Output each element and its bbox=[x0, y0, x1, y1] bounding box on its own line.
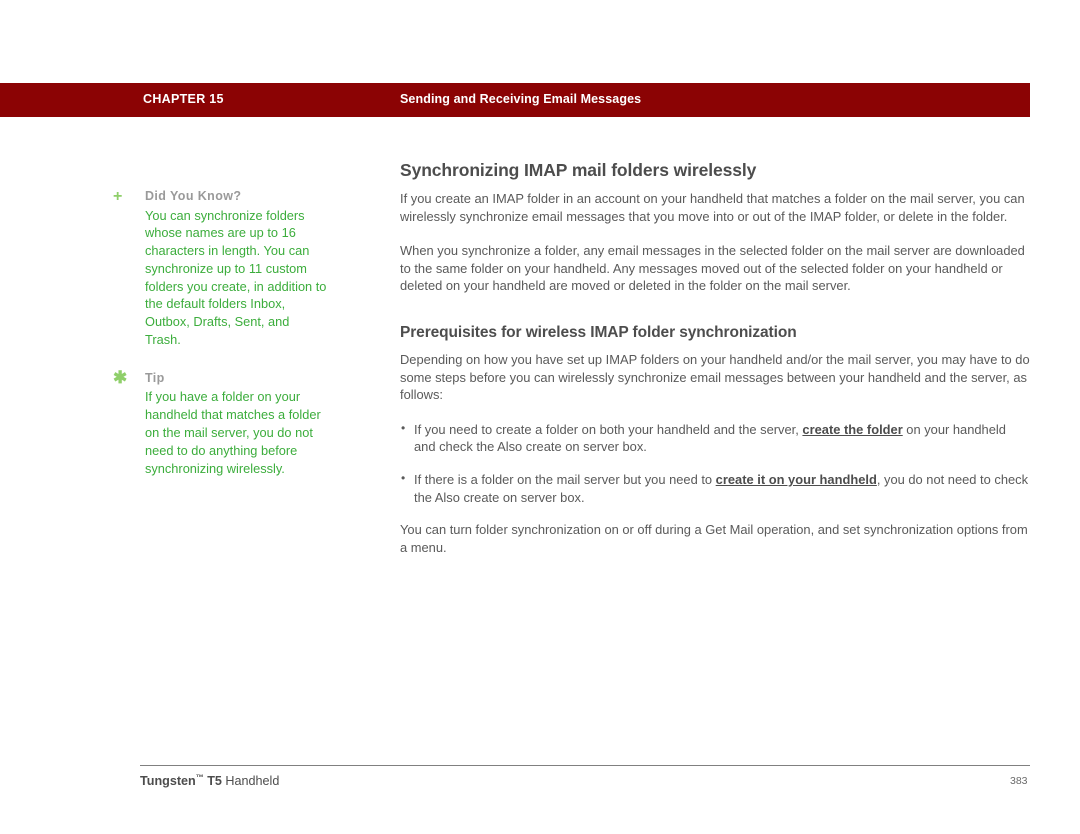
paragraph-2: When you synchronize a folder, any email… bbox=[400, 243, 1025, 294]
margin-notes-column: + Did You Know? You can synchronize fold… bbox=[113, 188, 328, 498]
bullet-text-before: If you need to create a folder on both y… bbox=[414, 421, 803, 437]
note-text: If you have a folder on your handheld th… bbox=[145, 389, 321, 476]
prerequisites-list: If you need to create a folder on both y… bbox=[400, 420, 1030, 506]
trademark-symbol: ™ bbox=[195, 773, 204, 782]
note-did-you-know: + Did You Know? You can synchronize fold… bbox=[113, 188, 328, 349]
list-item: If there is a folder on the mail server … bbox=[400, 470, 1030, 506]
footer-product-model: T5 bbox=[203, 774, 222, 789]
document-page: CHAPTER 15 Sending and Receiving Email M… bbox=[0, 0, 1080, 834]
cross-reference-link[interactable]: create it on your handheld bbox=[716, 472, 877, 487]
note-tip: ✱ Tip If you have a folder on your handh… bbox=[113, 367, 328, 477]
note-label: Tip bbox=[145, 370, 165, 385]
paragraph-4: You can turn folder synchronization on o… bbox=[400, 522, 1028, 555]
footer-divider bbox=[140, 765, 1030, 766]
note-text: You can synchronize folders whose names … bbox=[145, 207, 327, 348]
note-body: Did You Know? You can synchronize folder… bbox=[145, 188, 328, 349]
page-number: 383 bbox=[1010, 775, 1028, 787]
section-title-header: Sending and Receiving Email Messages bbox=[400, 92, 642, 106]
footer-product-type: Handheld bbox=[221, 774, 280, 789]
note-body: Tip If you have a folder on your handhel… bbox=[145, 370, 328, 477]
note-label: Did You Know? bbox=[145, 189, 242, 203]
plus-icon: + bbox=[113, 188, 123, 205]
footer-product-name: Tungsten™ T5 Handheld bbox=[140, 773, 279, 788]
running-head-bar: CHAPTER 15 Sending and Receiving Email M… bbox=[0, 83, 1030, 117]
chapter-label: CHAPTER 15 bbox=[143, 92, 224, 106]
cross-reference-link[interactable]: create the folder bbox=[802, 422, 902, 437]
asterisk-icon: ✱ bbox=[113, 367, 128, 387]
footer-product-brand: Tungsten bbox=[140, 774, 196, 789]
main-content-column: Synchronizing IMAP mail folders wireless… bbox=[400, 160, 1030, 573]
list-item: If you need to create a folder on both y… bbox=[400, 420, 1030, 456]
subsection-title: Prerequisites for wireless IMAP folder s… bbox=[400, 323, 797, 341]
paragraph-1: If you create an IMAP folder in an accou… bbox=[400, 191, 1025, 224]
bullet-text-before: If there is a folder on the mail server … bbox=[414, 471, 716, 487]
page-title: Synchronizing IMAP mail folders wireless… bbox=[400, 160, 757, 180]
paragraph-3: Depending on how you have set up IMAP fo… bbox=[400, 351, 1030, 403]
